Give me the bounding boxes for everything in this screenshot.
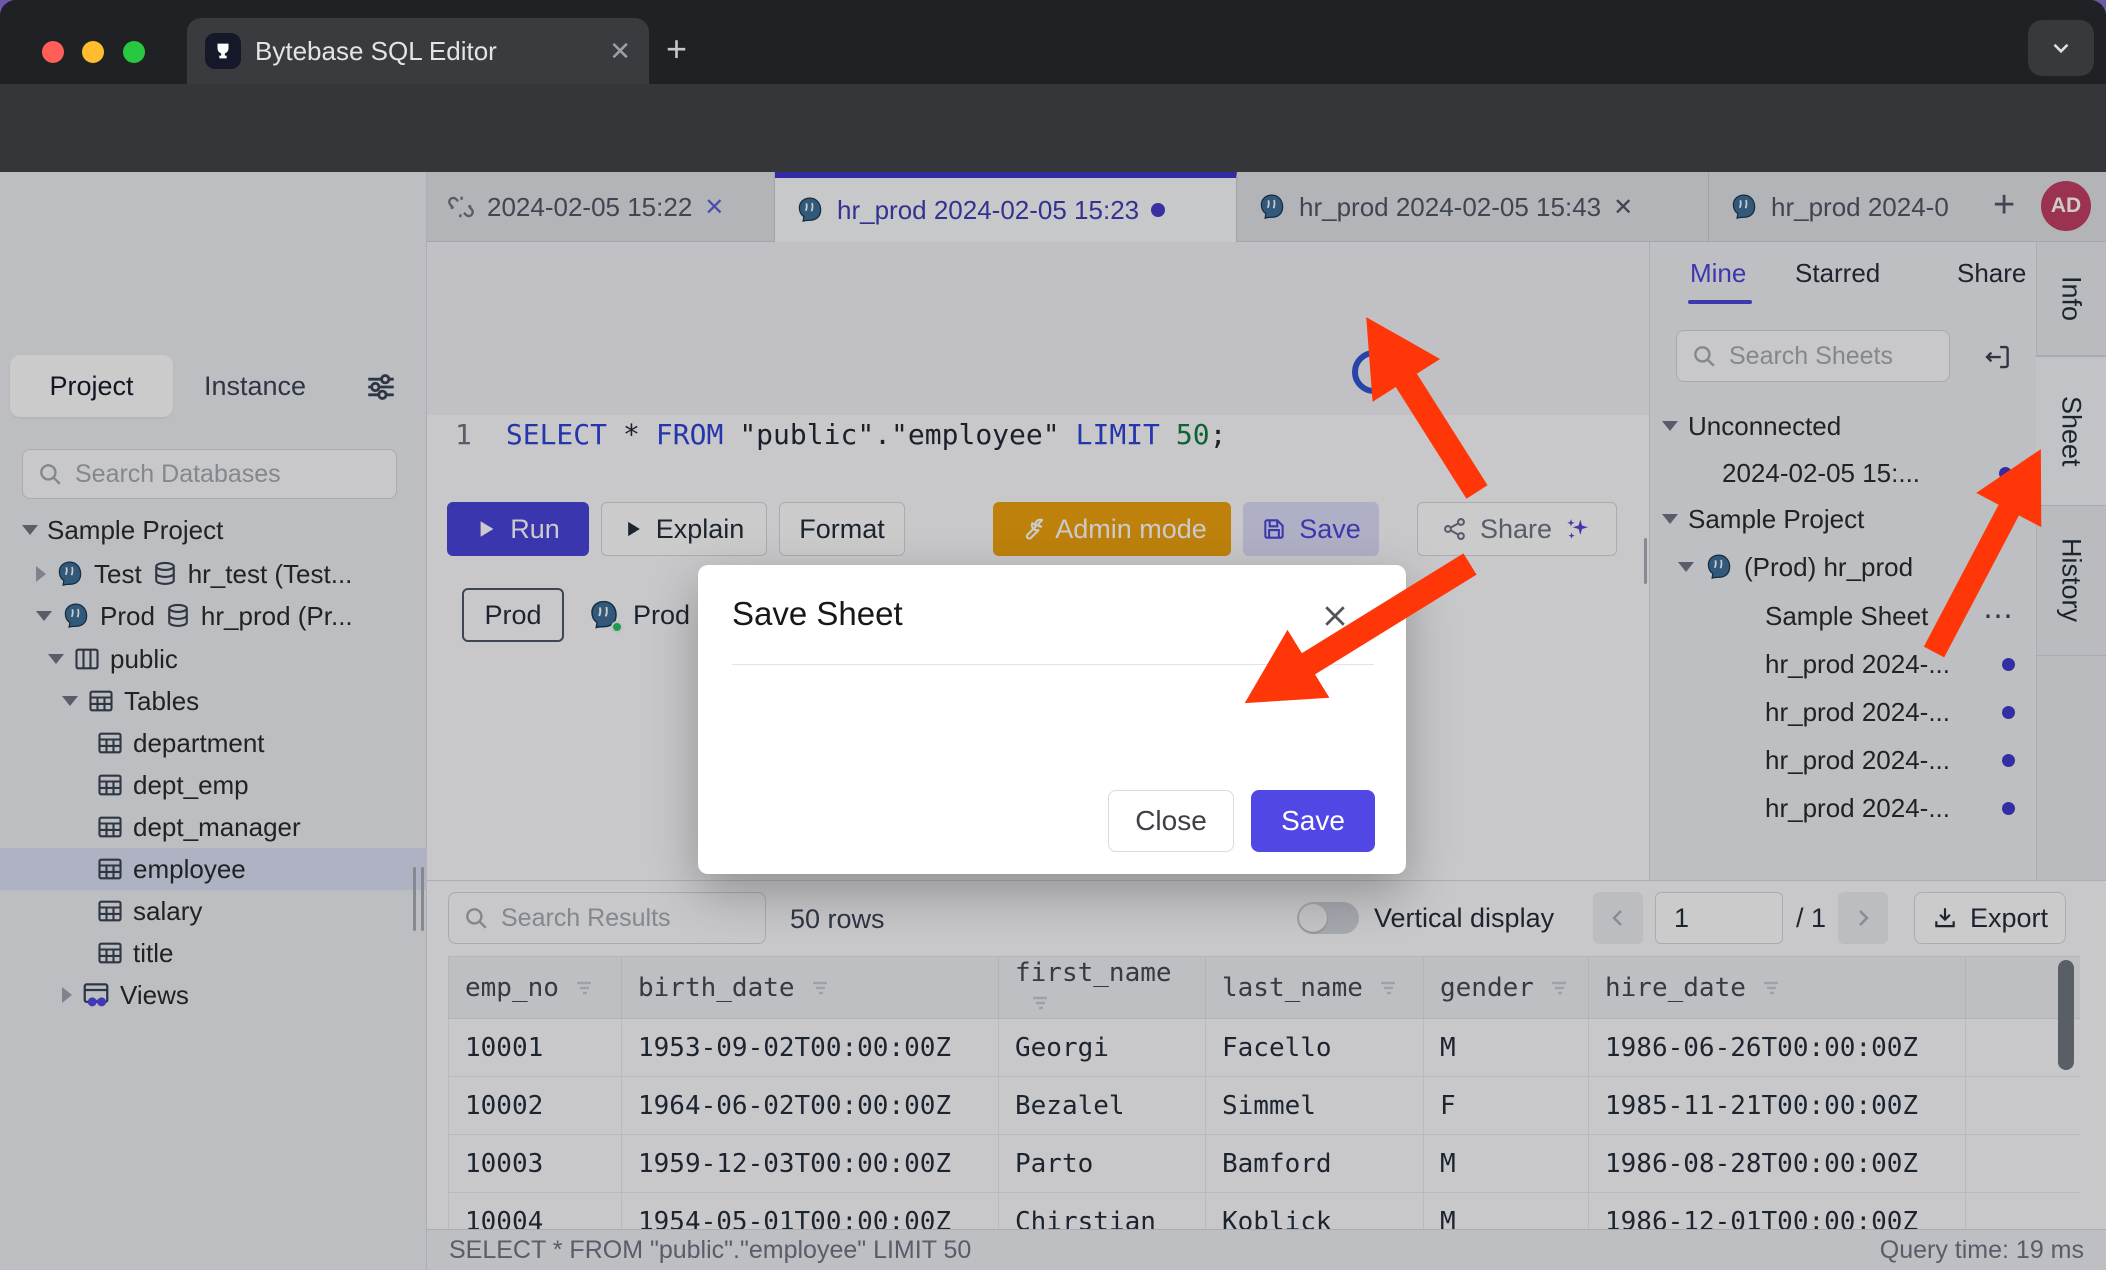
bytebase-favicon <box>205 33 241 69</box>
new-tab-button[interactable]: + <box>666 28 687 70</box>
window-minimize-button[interactable] <box>82 41 104 63</box>
tab-close-icon[interactable]: ✕ <box>609 36 631 67</box>
screen: Bytebase SQL Editor ✕ + localhost:8080/s… <box>0 0 2106 1270</box>
tab-search-button[interactable] <box>2028 20 2094 76</box>
modal-close-icon[interactable] <box>1320 601 1350 631</box>
save-button-label: Save <box>1281 805 1345 837</box>
modal-title: Save Sheet <box>732 595 903 633</box>
window-close-button[interactable] <box>42 41 64 63</box>
modal-close-button[interactable]: Close <box>1108 790 1234 852</box>
modal-divider <box>732 664 1374 665</box>
chevron-down-icon <box>2048 35 2074 61</box>
browser-tab[interactable]: Bytebase SQL Editor ✕ <box>187 18 649 84</box>
close-button-label: Close <box>1135 805 1207 837</box>
browser-tab-title: Bytebase SQL Editor <box>255 36 595 67</box>
modal-save-button[interactable]: Save <box>1251 790 1375 852</box>
browser-navbar: localhost:8080/sql-editor/prod-sample-in… <box>0 84 2106 172</box>
browser-window: Bytebase SQL Editor ✕ + localhost:8080/s… <box>0 0 2106 1270</box>
browser-titlebar: Bytebase SQL Editor ✕ + <box>0 0 2106 84</box>
window-zoom-button[interactable] <box>123 41 145 63</box>
